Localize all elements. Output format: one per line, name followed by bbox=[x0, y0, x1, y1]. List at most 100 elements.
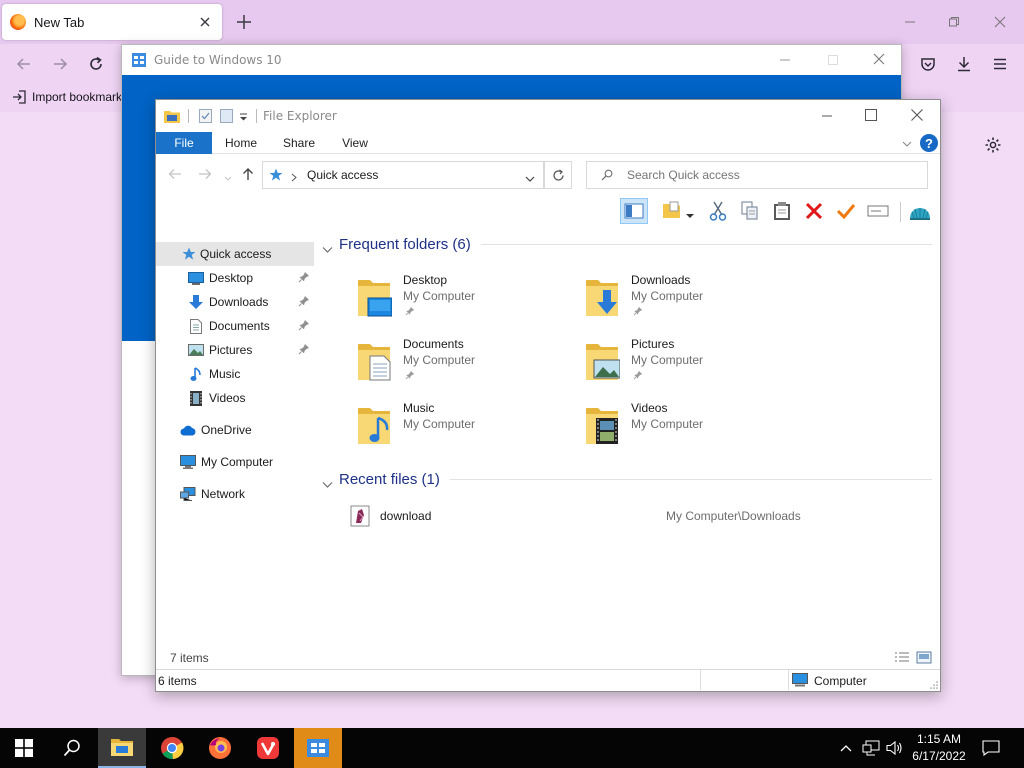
refresh-button[interactable] bbox=[544, 161, 572, 189]
tab-file[interactable]: File bbox=[156, 132, 212, 154]
new-item-button[interactable] bbox=[658, 198, 698, 224]
sidebar-item-downloads[interactable]: Downloads bbox=[156, 290, 314, 314]
new-folder-icon[interactable] bbox=[220, 109, 233, 123]
back-icon[interactable] bbox=[12, 52, 36, 76]
clock-date[interactable]: 6/17/2022 bbox=[906, 749, 972, 763]
volume-icon[interactable] bbox=[886, 740, 904, 756]
sidebar-item-onedrive[interactable]: OneDrive bbox=[156, 418, 314, 442]
explorer-maximize-icon[interactable] bbox=[864, 108, 878, 122]
folder-tile-desktop[interactable]: Desktop My Computer bbox=[356, 270, 566, 330]
shell-button[interactable] bbox=[906, 198, 934, 224]
folder-name: Desktop bbox=[403, 273, 448, 287]
quick-toolbar-dropdown-icon[interactable] bbox=[239, 111, 248, 121]
close-window-icon[interactable] bbox=[990, 12, 1010, 32]
guide-maximize-icon[interactable] bbox=[826, 53, 840, 67]
folder-tile-documents[interactable]: Documents My Computer bbox=[356, 334, 566, 394]
tab-home[interactable]: Home bbox=[216, 132, 266, 154]
file-explorer-window[interactable]: File Explorer File Home Share View ? Qui… bbox=[155, 99, 941, 692]
sidebar-item-desktop[interactable]: Desktop bbox=[156, 266, 314, 290]
guide-close-icon[interactable] bbox=[872, 52, 886, 66]
folder-tile-videos[interactable]: Videos My Computer bbox=[584, 398, 794, 458]
sidebar-item-pictures[interactable]: Pictures bbox=[156, 338, 314, 362]
help-icon[interactable]: ? bbox=[920, 134, 938, 152]
folder-tile-pictures[interactable]: Pictures My Computer bbox=[584, 334, 794, 394]
delete-button[interactable] bbox=[800, 198, 828, 224]
pin-icon[interactable] bbox=[298, 343, 310, 358]
guide-minimize-icon[interactable] bbox=[778, 53, 792, 67]
pin-icon[interactable] bbox=[298, 271, 310, 286]
recent-locations-icon[interactable] bbox=[224, 171, 232, 181]
start-button[interactable] bbox=[0, 728, 48, 768]
minimize-icon[interactable] bbox=[900, 12, 920, 32]
sidebar-item-videos[interactable]: Videos bbox=[156, 386, 314, 410]
pin-icon[interactable] bbox=[633, 369, 643, 383]
pin-icon[interactable] bbox=[298, 319, 310, 334]
taskbar-chrome[interactable] bbox=[148, 728, 196, 768]
taskbar-vivaldi[interactable] bbox=[244, 728, 292, 768]
list-item[interactable]: download My Computer\Downloads bbox=[350, 504, 910, 528]
taskbar-firefox[interactable] bbox=[196, 728, 244, 768]
frequent-folders-header[interactable]: Frequent folders (6) bbox=[322, 236, 932, 253]
music-note-icon bbox=[190, 366, 202, 382]
new-tab-button[interactable] bbox=[232, 10, 256, 34]
folder-tile-music[interactable]: Music My Computer bbox=[356, 398, 566, 458]
downloads-icon[interactable] bbox=[952, 52, 976, 76]
notification-icon[interactable] bbox=[982, 740, 1000, 757]
import-icon bbox=[12, 90, 26, 104]
clock-time[interactable]: 1:15 AM bbox=[912, 732, 966, 746]
firefox-tab[interactable]: New Tab bbox=[2, 4, 222, 40]
explorer-titlebar[interactable]: File Explorer bbox=[156, 100, 940, 132]
pin-icon[interactable] bbox=[405, 369, 415, 383]
pin-icon[interactable] bbox=[298, 295, 310, 310]
sidebar-item-network[interactable]: Network bbox=[156, 482, 314, 506]
sidebar-item-music[interactable]: Music bbox=[156, 362, 314, 386]
paste-button[interactable] bbox=[768, 198, 796, 224]
explorer-minimize-icon[interactable] bbox=[820, 109, 834, 123]
details-view-icon[interactable] bbox=[894, 651, 910, 664]
resize-grip-icon[interactable] bbox=[928, 678, 938, 689]
guide-titlebar[interactable]: Guide to Windows 10 bbox=[122, 45, 901, 75]
tab-share[interactable]: Share bbox=[274, 132, 324, 154]
address-dropdown-icon[interactable] bbox=[525, 172, 535, 182]
close-tab-icon[interactable] bbox=[198, 15, 212, 29]
search-box[interactable] bbox=[586, 161, 928, 189]
recent-files-header[interactable]: Recent files (1) bbox=[322, 471, 932, 488]
up-icon[interactable] bbox=[242, 167, 254, 181]
forward-icon[interactable] bbox=[48, 52, 72, 76]
address-bar[interactable]: Quick access bbox=[262, 161, 544, 189]
reload-icon[interactable] bbox=[84, 52, 108, 76]
taskbar-guide-app[interactable] bbox=[294, 728, 342, 768]
gear-icon[interactable] bbox=[980, 132, 1006, 158]
folder-location: My Computer bbox=[403, 289, 476, 303]
menu-icon[interactable] bbox=[988, 52, 1012, 76]
restore-icon[interactable] bbox=[944, 12, 964, 32]
explorer-close-icon[interactable] bbox=[910, 108, 924, 122]
taskbar-file-explorer[interactable] bbox=[98, 728, 146, 768]
pin-icon[interactable] bbox=[405, 305, 415, 319]
large-icons-view-icon[interactable] bbox=[916, 651, 932, 664]
properties-icon[interactable] bbox=[199, 109, 212, 123]
ribbon-expand-icon[interactable] bbox=[902, 138, 912, 148]
back-icon[interactable] bbox=[168, 168, 182, 180]
pin-icon[interactable] bbox=[633, 305, 643, 319]
quick-access-star-icon bbox=[269, 168, 283, 182]
sidebar-item-documents[interactable]: Documents bbox=[156, 314, 314, 338]
pocket-icon[interactable] bbox=[916, 52, 940, 76]
forward-icon[interactable] bbox=[198, 168, 212, 180]
sidebar-item-my-computer[interactable]: My Computer bbox=[156, 450, 314, 474]
rename-button[interactable] bbox=[864, 198, 892, 224]
navigation-pane-button[interactable] bbox=[620, 198, 648, 224]
breadcrumb-chevron-icon[interactable] bbox=[291, 171, 297, 181]
folder-tile-downloads[interactable]: Downloads My Computer bbox=[584, 270, 794, 330]
copy-button[interactable] bbox=[736, 198, 764, 224]
chevron-up-icon[interactable] bbox=[840, 742, 852, 752]
import-bookmarks-link[interactable]: Import bookmarks... bbox=[12, 90, 138, 104]
tab-view[interactable]: View bbox=[332, 132, 378, 154]
sidebar-item-quick-access[interactable]: Quick access bbox=[156, 242, 314, 266]
cut-button[interactable] bbox=[704, 198, 732, 224]
search-input[interactable] bbox=[627, 168, 917, 182]
network-status-icon[interactable] bbox=[862, 740, 880, 756]
check-button[interactable] bbox=[832, 198, 860, 224]
search-button[interactable] bbox=[48, 728, 96, 768]
address-location[interactable]: Quick access bbox=[307, 168, 378, 182]
